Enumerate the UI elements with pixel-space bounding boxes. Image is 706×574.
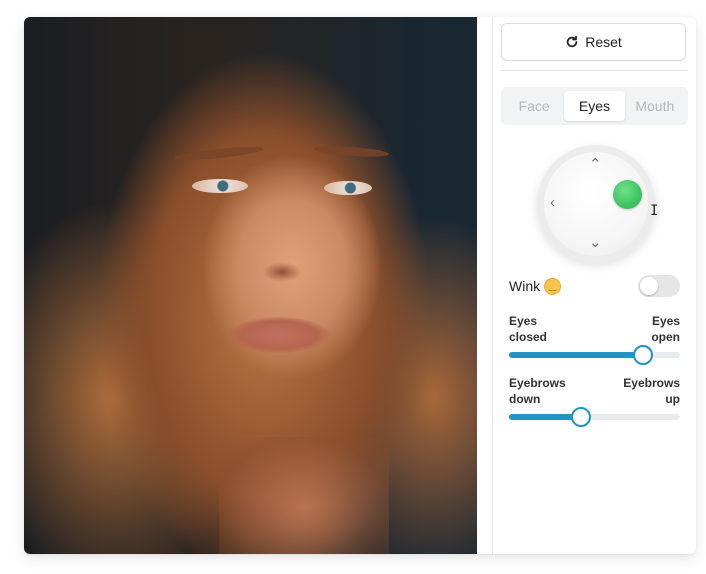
eyes-open-slider[interactable] [509,345,680,365]
reset-button[interactable]: Reset [501,23,686,61]
slider-thumb[interactable] [632,345,653,365]
editor-card: Reset Face Eyes Mouth ⌃ ‹ ⌄ I Wink ‿ Eye… [24,17,696,554]
eyebrows-down-label-line1: Eyebrows [509,376,566,390]
wink-emoji-icon: ‿ [544,277,562,295]
wink-toggle[interactable] [638,275,680,297]
eyebrows-slider-labels: Eyebrows down Eyebrows up [509,375,680,407]
eyebrows-up-label-line2: up [665,392,680,406]
chevron-down-icon: ⌄ [589,234,602,251]
portrait-image [24,17,477,554]
eyebrows-up-label-line1: Eyebrows [623,376,680,390]
slider-fill [509,414,580,420]
wink-label: Wink [509,278,541,294]
eyes-closed-label-line2: closed [509,330,548,344]
controls-panel: Reset Face Eyes Mouth ⌃ ‹ ⌄ I Wink ‿ Eye… [501,17,688,554]
reset-icon [566,35,578,48]
chevron-up-icon: ⌃ [589,156,602,173]
feature-tabs: Face Eyes Mouth [501,87,688,125]
eyes-slider-labels: Eyes closed Eyes open [509,313,680,345]
tab-mouth[interactable]: Mouth [625,91,685,121]
eyes-closed-label-line1: Eyes [509,314,538,328]
toggle-knob [640,277,658,295]
joystick-handle[interactable] [613,180,642,209]
tab-eyes[interactable]: Eyes [564,91,625,121]
wink-row: Wink ‿ [509,275,680,297]
eyes-open-label-line2: open [651,330,680,344]
eyes-open-label-line1: Eyes [651,314,680,328]
text-cursor-icon: I [650,203,659,219]
chevron-left-icon: ‹ [550,194,555,211]
reset-label: Reset [585,34,622,50]
slider-thumb[interactable] [571,407,592,427]
slider-fill [509,352,641,358]
eyebrows-down-label-line2: down [509,392,541,406]
tab-face[interactable]: Face [504,91,564,121]
eyebrows-slider[interactable] [509,407,680,427]
